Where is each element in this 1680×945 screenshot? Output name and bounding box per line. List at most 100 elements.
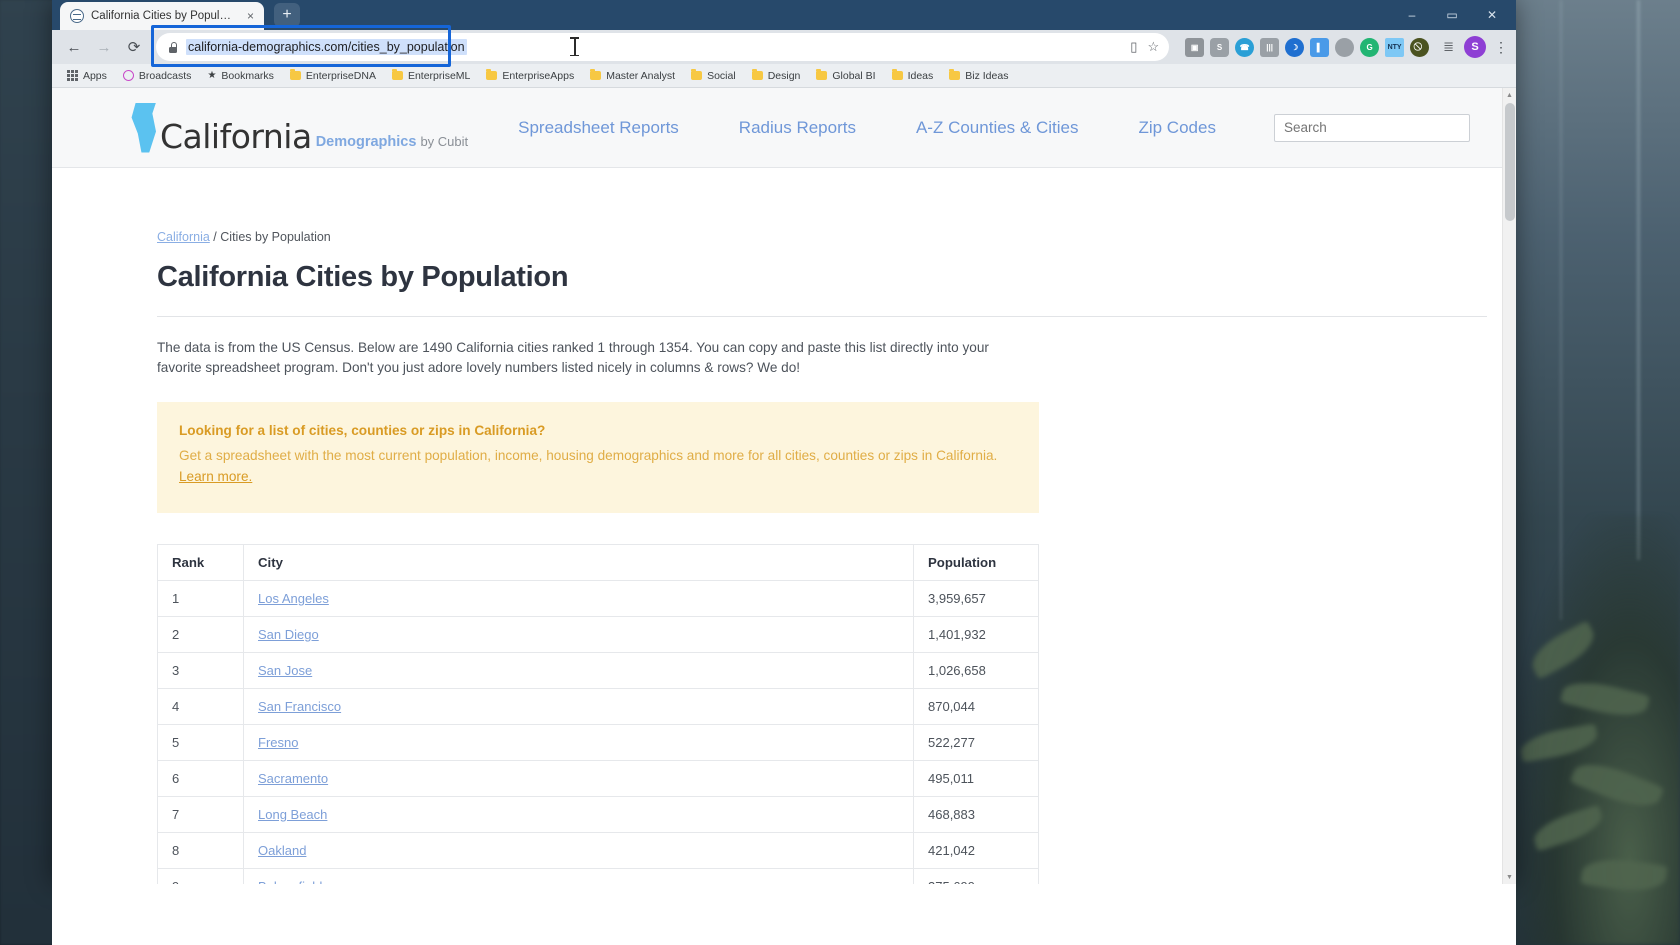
logo-title: California: [160, 116, 312, 156]
scrollbar-thumb[interactable]: [1505, 103, 1515, 221]
bookmark-label: Social: [707, 69, 736, 82]
city-link[interactable]: San Diego: [258, 627, 319, 642]
bookmark-label: Master Analyst: [606, 69, 676, 82]
table-row: 3 San Jose 1,026,658: [157, 651, 1039, 689]
block-extension-icon[interactable]: ⃠: [1410, 37, 1430, 57]
city-link[interactable]: Long Beach: [258, 807, 327, 822]
profile-avatar[interactable]: S: [1464, 36, 1486, 58]
bookmark-ideas[interactable]: Ideas: [885, 68, 941, 83]
breadcrumb-link-california[interactable]: California: [157, 230, 210, 244]
cell-population: 375,699: [913, 867, 1039, 884]
reload-button[interactable]: ⟳: [120, 33, 148, 61]
bookmark-master-analyst[interactable]: Master Analyst: [583, 68, 682, 83]
cell-rank: 8: [157, 831, 244, 869]
bookmark-star-icon[interactable]: ☆: [1147, 39, 1159, 55]
cell-city: Long Beach: [243, 795, 914, 833]
browser-menu-icon[interactable]: ⋮: [1494, 39, 1508, 56]
bookmark-label: Global BI: [832, 69, 876, 82]
nav-zip-codes[interactable]: Zip Codes: [1108, 118, 1245, 138]
column-header-rank: Rank: [157, 543, 244, 581]
bookmark-global-bi[interactable]: Global BI: [809, 68, 882, 83]
city-link[interactable]: San Francisco: [258, 699, 341, 714]
columns-extension-icon[interactable]: |||: [1260, 37, 1280, 57]
city-link[interactable]: Sacramento: [258, 771, 328, 786]
bookmark-broadcasts[interactable]: Broadcasts: [116, 69, 199, 83]
learn-more-link[interactable]: Learn more.: [179, 469, 252, 484]
table-row: 8 Oakland 421,042: [157, 831, 1039, 869]
minimize-button[interactable]: –: [1392, 0, 1432, 30]
city-link[interactable]: Fresno: [258, 735, 298, 750]
column-header-population: Population: [913, 543, 1039, 581]
nty-extension-icon[interactable]: NTY: [1385, 37, 1405, 57]
reading-list-icon[interactable]: ≣: [1443, 39, 1454, 55]
site-navigation: Spreadsheet Reports Radius Reports A-Z C…: [488, 118, 1246, 138]
table-row: 4 San Francisco 870,044: [157, 687, 1039, 725]
page-title: California Cities by Population: [157, 261, 1487, 317]
logo-demographics: Demographics: [315, 133, 417, 150]
site-logo[interactable]: California Demographics by Cubit: [130, 102, 469, 156]
nav-radius-reports[interactable]: Radius Reports: [709, 118, 886, 138]
grammarly-extension-icon[interactable]: G: [1360, 37, 1380, 57]
cell-rank: 2: [157, 615, 244, 653]
bookmark-enterpriseapps[interactable]: EnterpriseApps: [479, 68, 581, 83]
nav-spreadsheet-reports[interactable]: Spreadsheet Reports: [488, 118, 709, 138]
apps-grid-icon: [67, 70, 78, 81]
forward-button[interactable]: →: [90, 33, 118, 61]
cell-city: San Francisco: [243, 687, 914, 725]
cell-rank: 7: [157, 795, 244, 833]
cast-icon[interactable]: ▯: [1130, 39, 1137, 55]
close-icon[interactable]: ×: [243, 10, 258, 22]
skype-extension-icon[interactable]: S: [1210, 37, 1230, 57]
omnibox-actions: ▯ ☆: [1130, 39, 1159, 55]
bookmark-social[interactable]: Social: [684, 68, 743, 83]
address-bar[interactable]: california-demographics.com/cities_by_po…: [156, 33, 1170, 61]
search-input[interactable]: [1283, 120, 1460, 135]
scroll-down-arrow[interactable]: ▼: [1503, 870, 1516, 884]
callout-body: Get a spreadsheet with the most current …: [179, 445, 1015, 487]
browser-toolbar: ← → ⟳ california-demographics.com/cities…: [52, 25, 1516, 67]
maximize-button[interactable]: ▭: [1432, 0, 1472, 30]
bookmark-design[interactable]: Design: [745, 68, 808, 83]
scroll-up-arrow[interactable]: ▲: [1503, 88, 1516, 102]
cell-population: 870,044: [913, 687, 1039, 725]
broadcast-icon: [122, 70, 134, 81]
back-button[interactable]: ←: [60, 33, 88, 61]
bookmark-enterprisedna[interactable]: EnterpriseDNA: [283, 68, 383, 83]
bookmark-enterpriseml[interactable]: EnterpriseML: [385, 68, 477, 83]
bookmark-biz-ideas[interactable]: Biz Ideas: [942, 68, 1015, 83]
nav-az-counties-cities[interactable]: A-Z Counties & Cities: [886, 118, 1109, 138]
cell-population: 1,026,658: [913, 651, 1039, 689]
site-search-box[interactable]: [1273, 113, 1470, 142]
table-row: 7 Long Beach 468,883: [157, 795, 1039, 833]
gray-circle-extension-icon[interactable]: [1335, 37, 1355, 57]
phone-extension-icon[interactable]: ☎: [1235, 37, 1255, 57]
page-scrollbar[interactable]: ▲ ▼: [1502, 88, 1516, 884]
cell-population: 3,959,657: [913, 579, 1039, 617]
population-table-wrapper: Rank City Population 1 Los Angeles 3,959…: [157, 543, 1039, 884]
bookmark-label: Biz Ideas: [965, 69, 1009, 82]
bookmark-label: Apps: [82, 69, 107, 82]
bookmark-bookmarks[interactable]: ★ Bookmarks: [200, 69, 280, 83]
cell-city: San Diego: [243, 615, 914, 653]
table-row: 6 Sacramento 495,011: [157, 759, 1039, 797]
callout-text: Get a spreadsheet with the most current …: [179, 448, 998, 464]
new-tab-button[interactable]: +: [274, 3, 300, 27]
browser-tab-active[interactable]: California Cities by Population ×: [60, 2, 264, 30]
intro-paragraph: The data is from the US Census. Below ar…: [157, 340, 989, 375]
folder-icon: [816, 68, 828, 80]
city-link[interactable]: Oakland: [258, 843, 306, 858]
cell-population: 495,011: [913, 759, 1039, 797]
cell-city: Fresno: [243, 723, 914, 761]
city-link[interactable]: Los Angeles: [258, 591, 329, 606]
blue-square-extension-icon[interactable]: ▌: [1310, 37, 1330, 57]
moon-extension-icon[interactable]: ☽: [1285, 37, 1305, 57]
cell-city: Bakersfield: [243, 867, 914, 884]
city-link[interactable]: San Jose: [258, 663, 312, 678]
bookmark-label: Design: [767, 69, 801, 82]
bookmark-apps[interactable]: Apps: [60, 69, 114, 83]
cell-population: 1,401,932: [913, 615, 1039, 653]
logo-by-cubit: by Cubit: [420, 133, 469, 149]
close-window-button[interactable]: ✕: [1472, 0, 1512, 30]
screenshot-extension-icon[interactable]: ▣: [1185, 37, 1205, 57]
cell-city: Oakland: [243, 831, 914, 869]
